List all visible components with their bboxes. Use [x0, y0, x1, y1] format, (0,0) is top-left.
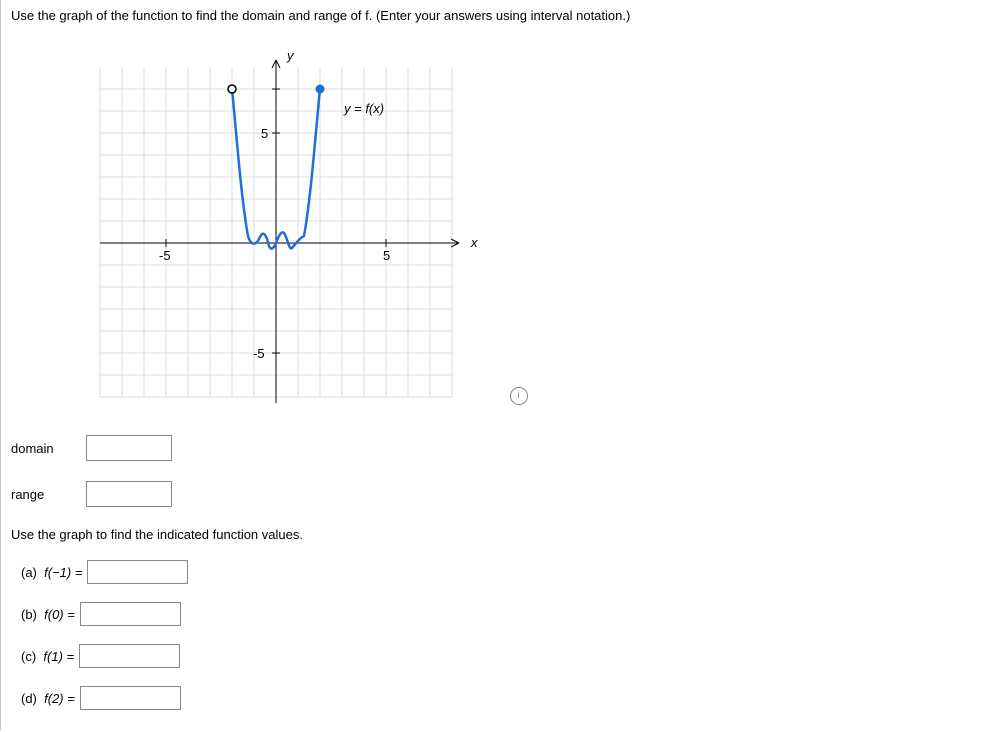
domain-label: domain [11, 441, 86, 456]
open-endpoint [228, 85, 236, 93]
ytick-5: 5 [261, 126, 268, 141]
part-c-label: (c) f(1) = [21, 649, 74, 664]
range-label: range [11, 487, 86, 502]
range-row: range [11, 481, 984, 507]
part-d-row: (d) f(2) = [21, 686, 984, 710]
range-input[interactable] [86, 481, 172, 507]
closed-endpoint [316, 85, 324, 93]
part-a-input[interactable] [87, 560, 188, 584]
info-icon[interactable]: i [510, 387, 528, 405]
function-label: y = f(x) [343, 101, 384, 116]
graph-container: -5 5 5 -5 x y y = f(x) i [91, 48, 984, 415]
function-graph: -5 5 5 -5 x y y = f(x) [91, 48, 491, 408]
y-axis-label: y [286, 48, 295, 63]
domain-row: domain [11, 435, 984, 461]
part-b-input[interactable] [80, 602, 181, 626]
part-c-input[interactable] [79, 644, 180, 668]
part-c-row: (c) f(1) = [21, 644, 984, 668]
sub-question-text: Use the graph to find the indicated func… [11, 527, 984, 542]
x-axis-label: x [470, 235, 478, 250]
part-a-row: (a) f(−1) = [21, 560, 984, 584]
part-b-row: (b) f(0) = [21, 602, 984, 626]
xtick-neg5: -5 [159, 248, 171, 263]
question-text: Use the graph of the function to find th… [11, 2, 984, 38]
part-d-label: (d) f(2) = [21, 691, 75, 706]
part-a-label: (a) f(−1) = [21, 565, 82, 580]
domain-input[interactable] [86, 435, 172, 461]
part-d-input[interactable] [80, 686, 181, 710]
xtick-5: 5 [383, 248, 390, 263]
part-b-label: (b) f(0) = [21, 607, 75, 622]
ytick-neg5: -5 [253, 346, 265, 361]
